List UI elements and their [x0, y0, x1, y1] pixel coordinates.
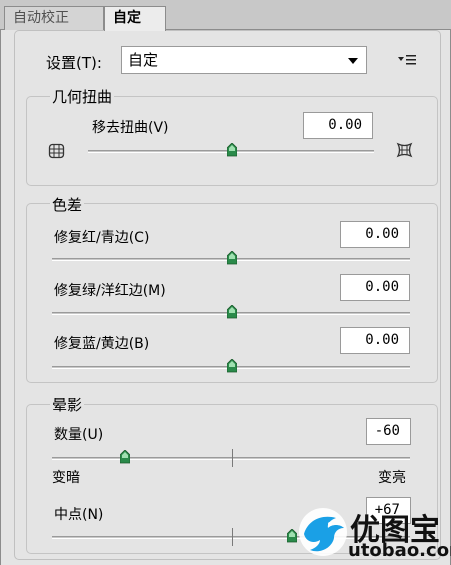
- vignette-amount-slider[interactable]: [52, 457, 410, 460]
- watermark-url: utobao.com: [348, 540, 451, 561]
- geometric-distortion-group: [26, 96, 438, 186]
- vignette-midpoint-center-tick: [232, 528, 233, 546]
- settings-select[interactable]: 自定: [121, 46, 367, 74]
- pincushion-grid-icon: [48, 143, 65, 159]
- vignette-midpoint-label: 中点(N): [54, 507, 104, 523]
- fix-blue-yellow-input[interactable]: 0.00: [340, 327, 410, 354]
- vignette-midpoint-thumb[interactable]: [287, 529, 297, 543]
- settings-select-value: 自定: [128, 51, 159, 69]
- fix-green-magenta-thumb[interactable]: [227, 305, 237, 319]
- vignette-amount-label: 数量(U): [54, 427, 104, 443]
- remove-distortion-thumb[interactable]: [227, 143, 237, 157]
- darken-label: 变暗: [52, 470, 80, 486]
- panel-menu-icon[interactable]: [396, 52, 418, 68]
- fix-red-cyan-label: 修复红/青边(C): [54, 230, 150, 246]
- fix-green-magenta-label: 修复绿/洋红边(M): [54, 283, 166, 299]
- fix-blue-yellow-label: 修复蓝/黄边(B): [54, 336, 150, 352]
- fix-red-cyan-thumb[interactable]: [227, 251, 237, 265]
- fix-blue-yellow-thumb[interactable]: [227, 359, 237, 373]
- remove-distortion-input[interactable]: 0.00: [303, 112, 373, 139]
- geometric-distortion-title: 几何扭曲: [50, 86, 115, 107]
- tab-bar: 自动校正 自定: [0, 0, 451, 31]
- barrel-grid-icon: [396, 142, 413, 158]
- chromatic-aberration-title: 色差: [50, 194, 85, 215]
- tab-auto-correction[interactable]: 自动校正: [4, 6, 104, 30]
- vignette-amount-input[interactable]: -60: [366, 418, 411, 445]
- chevron-down-icon: [348, 58, 358, 64]
- vignette-title: 晕影: [50, 394, 85, 415]
- vignette-amount-center-tick: [232, 449, 233, 467]
- tab-custom[interactable]: 自定: [104, 6, 166, 31]
- vignette-amount-thumb[interactable]: [120, 450, 130, 464]
- fix-green-magenta-input[interactable]: 0.00: [340, 274, 410, 301]
- settings-label: 设置(T):: [46, 54, 102, 72]
- remove-distortion-label: 移去扭曲(V): [92, 120, 169, 136]
- lighten-label: 变亮: [378, 470, 406, 486]
- fix-red-cyan-input[interactable]: 0.00: [340, 221, 410, 248]
